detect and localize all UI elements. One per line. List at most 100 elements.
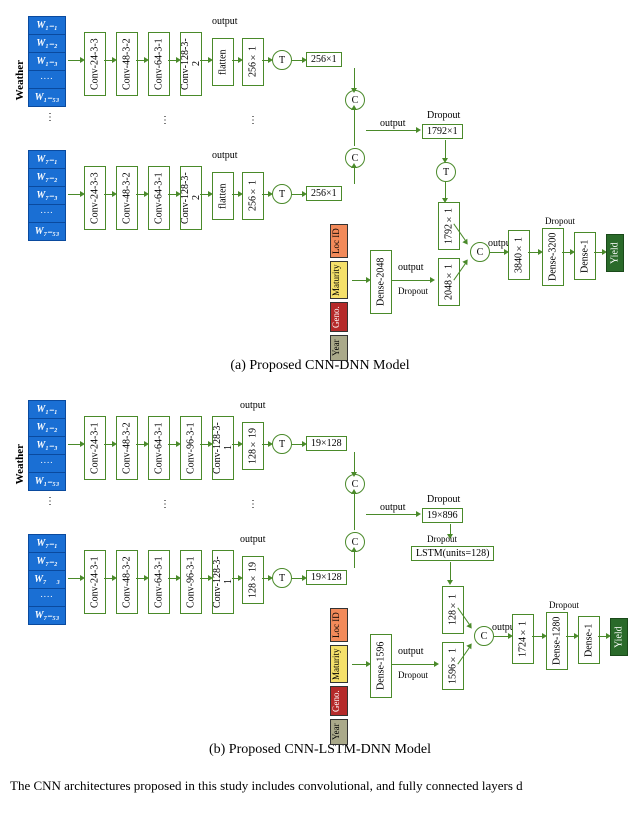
- output-label: output: [398, 262, 424, 273]
- conv-block: Conv-24-3-1: [84, 550, 106, 614]
- feat-loc: Loc ID: [330, 224, 348, 258]
- ellipsis-icon: ⋮: [160, 115, 170, 126]
- dense-block: Dense-3200: [542, 228, 564, 286]
- w-item: W₁₋₁: [28, 400, 66, 419]
- arrow-icon: [200, 60, 208, 61]
- vec-block: 1596×1: [442, 642, 464, 690]
- ellipsis-icon: ⋮: [248, 115, 258, 126]
- conv-block: Conv-64-3-1: [148, 166, 170, 230]
- arrow-icon: [68, 444, 80, 445]
- feature-stack: Loc ID Maturity Geno. Year: [330, 224, 348, 364]
- dropout-label: Dropout: [398, 670, 428, 680]
- vec-block: 128×19: [242, 556, 264, 604]
- w-dots: ....: [28, 588, 66, 607]
- w-item: W₁₋₅₃: [28, 88, 66, 107]
- vec-block: 256×1: [242, 38, 264, 86]
- w-item: W₇ ₃: [28, 570, 66, 589]
- ellipsis-icon: ⋮: [248, 499, 258, 510]
- conv-block: Conv-128-3-1: [212, 416, 234, 480]
- arrow-icon: [450, 524, 451, 534]
- w-item: W₇₋₁: [28, 534, 66, 553]
- w-dots: ....: [28, 204, 66, 223]
- concat-op: C: [470, 242, 490, 262]
- ellipsis-icon: ⋮: [45, 496, 55, 507]
- conv-block: Conv-96-3-1: [180, 416, 202, 480]
- yield-output: Yield: [606, 234, 624, 272]
- conv-block: Conv-64-3-1: [148, 416, 170, 480]
- w-item: W₁₋₅₃: [28, 472, 66, 491]
- arrow-icon: [494, 636, 508, 637]
- vec-block: 2048×1: [438, 258, 460, 306]
- model-a-container: Weather W₁₋₁ W₁₋₂ W₁₋₃ .... W₁₋₅₃ ⋮ W₇₋₁…: [10, 10, 630, 374]
- w-dots: ....: [28, 454, 66, 473]
- vec-block: 3840×1: [508, 230, 530, 280]
- arrow-icon: [292, 60, 302, 61]
- vec-box: 19×896: [422, 508, 463, 523]
- feature-stack: Loc ID Maturity Geno. Year: [330, 608, 348, 748]
- arrow-icon: [354, 110, 355, 146]
- dropout-label: Dropout: [427, 534, 457, 544]
- w-item: W₁₋₁: [28, 16, 66, 35]
- vec-box: 19×128: [306, 570, 347, 585]
- arrow-icon: [262, 60, 268, 61]
- transpose-op: T: [272, 434, 292, 454]
- output-label: output: [212, 150, 238, 161]
- vec-block: 128×1: [442, 586, 464, 634]
- output-label: output: [212, 16, 238, 27]
- arrow-icon: [262, 444, 268, 445]
- arrow-icon: [200, 578, 208, 579]
- feat-mat: Maturity: [330, 645, 348, 683]
- output-label: output: [240, 400, 266, 411]
- conv-block: Conv-128-3-2: [180, 32, 202, 96]
- vec-box: 256×1: [306, 52, 342, 67]
- w-item: W₁₋₂: [28, 34, 66, 53]
- arrow-icon: [532, 636, 542, 637]
- flatten-block: flatten: [212, 172, 234, 220]
- vec-block: 1724×1: [512, 614, 534, 664]
- conv-block: Conv-48-3-2: [116, 550, 138, 614]
- arrow-icon: [136, 444, 144, 445]
- arrow-icon: [354, 68, 355, 88]
- arrow-icon: [594, 252, 602, 253]
- arrow-icon: [528, 252, 538, 253]
- w-item: W₁₋₃: [28, 52, 66, 71]
- conv-block: Conv-128-3-2: [180, 166, 202, 230]
- vec-block: 128×19: [242, 422, 264, 470]
- arrow-icon: [68, 578, 80, 579]
- arrow-icon: [68, 60, 80, 61]
- conv-block: Conv-48-3-2: [116, 416, 138, 480]
- conv-block: Conv-24-3-1: [84, 416, 106, 480]
- arrow-icon: [262, 578, 268, 579]
- dense-block: Dense-1280: [546, 612, 568, 670]
- w-item: W₇₋₂: [28, 552, 66, 571]
- vec-block: 256×1: [242, 172, 264, 220]
- arrow-icon: [354, 168, 355, 184]
- w-item: W₇₋₁: [28, 150, 66, 169]
- arrow-icon: [450, 562, 451, 580]
- conv-block: Conv-24-3-3: [84, 32, 106, 96]
- w-dots: ....: [28, 70, 66, 89]
- model-a-diagram: Weather W₁₋₁ W₁₋₂ W₁₋₃ .... W₁₋₅₃ ⋮ W₇₋₁…: [10, 10, 630, 350]
- dropout-label: Dropout: [398, 286, 428, 296]
- w-item: W₇₋₅₃: [28, 222, 66, 241]
- lstm-block: LSTM(units=128): [411, 546, 494, 561]
- vec-box: 256×1: [306, 186, 342, 201]
- conv-block: Conv-128-3-1: [212, 550, 234, 614]
- dense-block: Dense-1: [574, 232, 596, 280]
- transpose-op: T: [272, 50, 292, 70]
- weather-label: Weather: [14, 60, 26, 100]
- w-item: W₇₋₅₃: [28, 606, 66, 625]
- arrow-icon: [168, 60, 176, 61]
- arrow-icon: [104, 444, 112, 445]
- arrow-icon: [232, 194, 238, 195]
- w-item: W₁₋₃: [28, 436, 66, 455]
- model-b-diagram: Weather W₁₋₁ W₁₋₂ W₁₋₃ .... W₁₋₅₃ ⋮ W₇₋₁…: [10, 394, 630, 734]
- arrow-icon: [104, 60, 112, 61]
- arrow-icon: [598, 636, 606, 637]
- arrow-icon: [200, 194, 208, 195]
- arrow-icon: [104, 578, 112, 579]
- dropout-label: Dropout: [427, 110, 460, 121]
- arrow-icon: [562, 252, 570, 253]
- arrow-icon: [392, 280, 430, 281]
- concat-op: C: [474, 626, 494, 646]
